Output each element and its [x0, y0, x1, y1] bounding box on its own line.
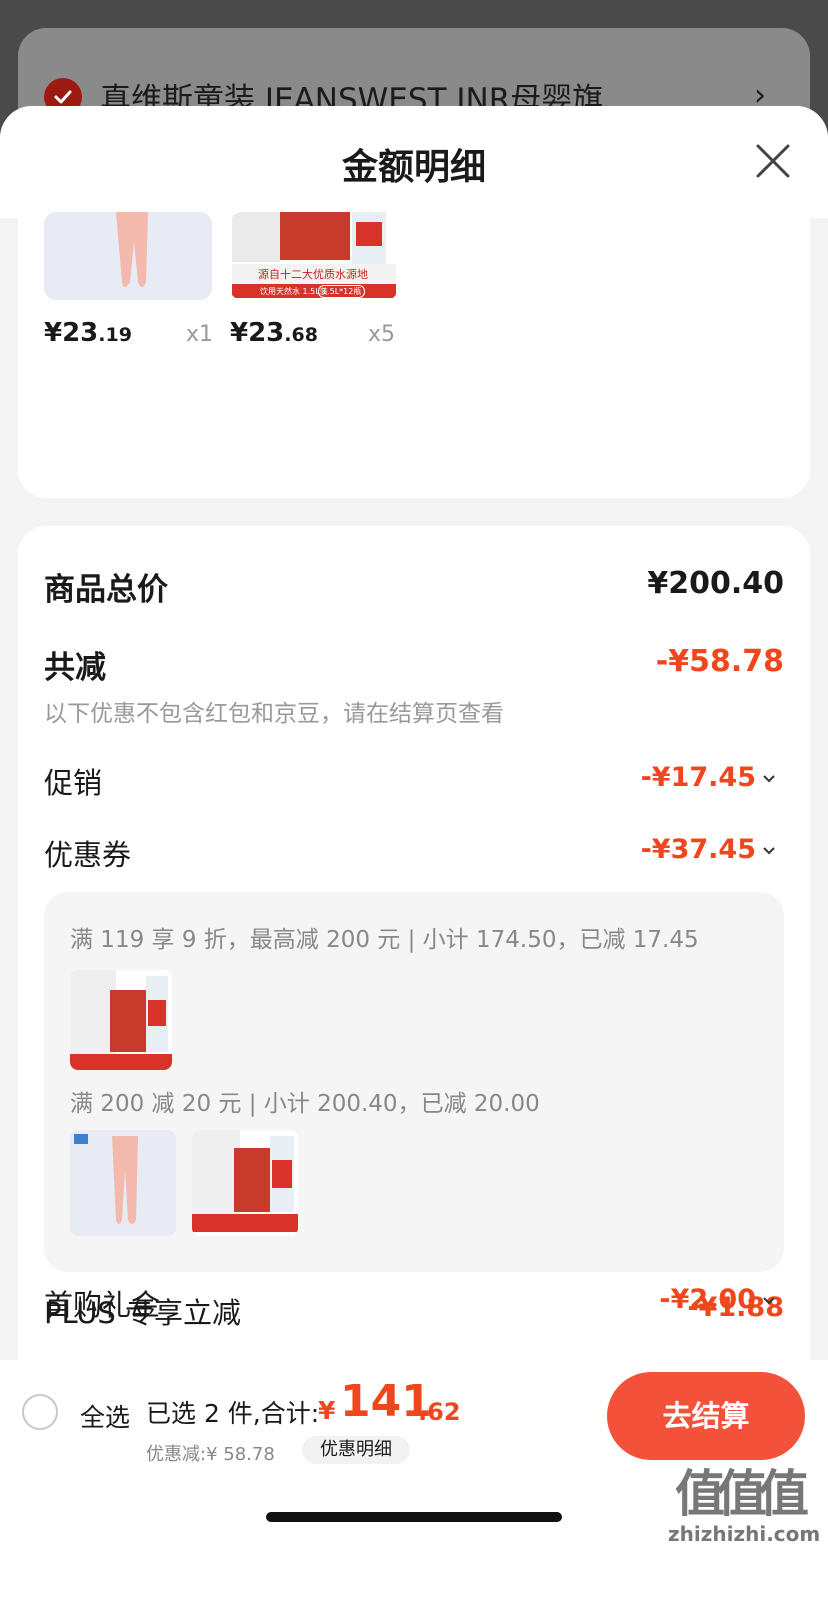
- total-price-value: ¥200.40: [647, 566, 784, 601]
- home-indicator[interactable]: [266, 1512, 562, 1522]
- sheet-title: 金额明细: [341, 147, 486, 188]
- promotion-value[interactable]: -¥17.45: [641, 762, 756, 793]
- price-detail-card: 商品总价 ¥200.40 共减 -¥58.78 以下优惠不包含红包和京豆，请在结…: [18, 526, 810, 1360]
- promotion-label: 促销: [44, 766, 103, 800]
- select-all-radio[interactable]: [22, 1394, 58, 1430]
- water-banner-text: 源自十二大优质水源地: [258, 268, 368, 281]
- chevron-down-icon[interactable]: [762, 846, 776, 856]
- chevron-down-icon[interactable]: [762, 774, 776, 784]
- discount-note: 以下优惠不包含红包和京豆，请在结算页查看: [44, 701, 504, 727]
- product-price-water: ¥23.68: [230, 318, 318, 348]
- first-purchase-value[interactable]: -¥2.00: [659, 1284, 756, 1315]
- coupon-rule: 满 119 享 9 折，最高减 200 元 | 小计 174.50，已减 17.…: [70, 927, 699, 953]
- total-price-label: 商品总价: [44, 572, 168, 608]
- coupon-rule: 满 200 减 20 元 | 小计 200.40，已减 20.00: [70, 1091, 540, 1117]
- total-discount-value: -¥58.78: [655, 644, 784, 679]
- water-tag: 1.5L*12瓶: [318, 285, 366, 298]
- select-all-label[interactable]: 全选: [80, 1398, 130, 1434]
- product-list-card: 源自十二大优质水源地 饮用天然水 1.5L装 1.5L*12瓶 ¥23.19 x…: [18, 212, 810, 498]
- sheet-header: 金额明细: [0, 106, 828, 218]
- discount-detail-button[interactable]: 优惠明细: [302, 1436, 410, 1464]
- watermark-logo: 值值值: [675, 1465, 809, 1523]
- total-discount-label: 共减: [44, 650, 106, 686]
- first-purchase-label: 首购礼金: [44, 1288, 161, 1322]
- coupon-value[interactable]: -¥37.45: [641, 834, 756, 865]
- product-image-water[interactable]: 源自十二大优质水源地 饮用天然水 1.5L装 1.5L*12瓶: [230, 212, 398, 300]
- amount-detail-sheet: 金额明细 源自十二大优质水源地 饮用天然水 1.5L装 1.5L*12瓶 ¥23…: [0, 106, 828, 1360]
- watermark-url: zhizhizhi.com: [668, 1522, 821, 1546]
- product-qty-pants: x1: [186, 322, 214, 347]
- coupon-product-water[interactable]: [70, 970, 172, 1070]
- checkout-button[interactable]: 去结算: [607, 1372, 805, 1460]
- coupon-detail-box: 满 119 享 9 折，最高减 200 元 | 小计 174.50，已减 17.…: [44, 892, 784, 1272]
- coupon-label: 优惠券: [44, 838, 132, 872]
- total-amount-decimal: .62: [418, 1398, 461, 1426]
- close-icon[interactable]: [754, 142, 792, 180]
- total-currency: ¥: [318, 1396, 336, 1425]
- selected-count-text: 已选 2 件,合计:: [146, 1399, 320, 1428]
- chevron-down-icon[interactable]: [762, 1296, 776, 1306]
- product-qty-water: x5: [368, 322, 396, 347]
- product-image-pants[interactable]: [44, 212, 212, 300]
- watermark: 值值值 zhizhizhi.com: [668, 1465, 821, 1546]
- coupon-product-pants[interactable]: [70, 1130, 176, 1236]
- discount-summary: 优惠减:¥ 58.78: [146, 1444, 275, 1465]
- product-price-pants: ¥23.19: [44, 318, 132, 348]
- coupon-product-water[interactable]: [192, 1130, 298, 1236]
